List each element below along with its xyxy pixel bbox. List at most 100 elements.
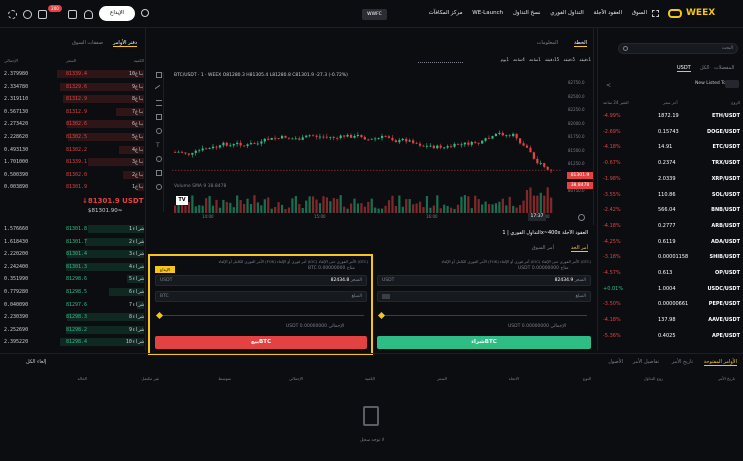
market-row[interactable]: +0.01% 1.0004 USDC/USDT (603, 283, 740, 296)
market-row[interactable]: -3.55% 110.86 SOL/USDT (603, 189, 740, 202)
tab-order-details[interactable]: تفاصيل الأمر (633, 359, 659, 365)
pattern-icon[interactable] (156, 114, 162, 120)
cancel-all-button[interactable]: إلغاء الكل (26, 359, 46, 365)
tab-assets[interactable]: الأصول (608, 359, 623, 365)
buy-btc-button[interactable]: شراءBTC (377, 336, 591, 349)
market-row[interactable]: -1.98% 2.0339 XRP/USDT (603, 173, 740, 186)
interval-1d[interactable]: 1يوم (501, 57, 509, 62)
bid-row[interactable]: 0.040090 81297.6 7شراء (4, 300, 144, 310)
market-row[interactable]: -5.36% 0.4025 APE/USDT (603, 330, 740, 343)
market-row[interactable]: -4.25% 0.6119 ADA/USDT (603, 236, 740, 249)
nav-market[interactable]: السوق (632, 10, 647, 16)
bid-row[interactable]: 2.220200 81301.4 3شراء (4, 249, 144, 259)
market-row[interactable]: -2.42% 566.04 BNB/USDT (603, 204, 740, 217)
tab-usdt[interactable]: USDT (677, 65, 691, 72)
ruler-icon[interactable] (156, 170, 162, 176)
buy-amount-input[interactable]: المبلغ (377, 291, 591, 302)
ask-row[interactable]: 2.334780 81329.6 9باع (4, 82, 144, 92)
sell-slider[interactable] (159, 315, 364, 316)
tab-market-order[interactable]: أمر السوق (532, 245, 554, 251)
fib-icon[interactable] (156, 100, 162, 106)
bell-icon[interactable] (68, 10, 77, 19)
bid-row[interactable]: 2.242400 81301.3 4شراء (4, 262, 144, 272)
logo[interactable]: WEEX (686, 8, 715, 18)
ask-row[interactable]: 2.273420 81302.6 6باع (4, 119, 144, 129)
ask-row[interactable]: 2.379980 81339.4 10باع (4, 69, 144, 79)
download-icon[interactable] (38, 10, 47, 19)
trade-mode-bar[interactable]: التداول الفوري | 1x~400x العقود الآجلة (502, 230, 588, 236)
search-icon[interactable] (141, 9, 149, 17)
nav-rewards[interactable]: مركز المكافآت (429, 10, 463, 16)
ask-row[interactable]: 1.701000 81339.1 3باع (4, 157, 144, 167)
tab-chart[interactable]: الخطة (574, 40, 587, 47)
bid-row[interactable]: 2.230390 81298.3 8شراء (4, 312, 144, 322)
market-row[interactable]: -2.69% 0.15743 DOGE/USDT (603, 126, 740, 139)
user-icon[interactable] (84, 10, 93, 19)
chart-settings-icon[interactable] (578, 214, 585, 221)
deposit-button[interactable]: الإيداع (99, 6, 135, 21)
wfc-badge[interactable]: WWFC (362, 9, 387, 20)
candle (391, 137, 394, 141)
bid-row[interactable]: 0.779280 81298.5 6شراء (4, 287, 144, 297)
market-row[interactable]: -4.18% 14.91 ETC/USDT (603, 141, 740, 154)
sell-price-input[interactable]: USDT 82434.8 السعر (155, 275, 367, 286)
tab-info[interactable]: المعلومات (537, 40, 558, 46)
bid-row[interactable]: 1.576660 81301.8 1شراء (4, 224, 144, 234)
nav-welaunch[interactable]: WE-Launch (472, 10, 503, 16)
smiley-icon[interactable] (156, 156, 162, 162)
interval-1m[interactable]: 1دقيقة (579, 57, 591, 62)
bid-row[interactable]: 0.351990 81298.6 5شراء (4, 274, 144, 284)
sell-order-options[interactable]: (GTC) الأمر الفوري حتى الإلغاء (IOC) أمر… (160, 259, 368, 264)
bid-row[interactable]: 1.618430 81301.7 2شراء (4, 237, 144, 247)
market-row[interactable]: -4.18% 137.98 AAVE/USDT (603, 314, 740, 327)
ask-row[interactable]: 0.567130 81312.9 7باع (4, 107, 144, 117)
tab-limit-order[interactable]: أمر الحد (570, 245, 588, 252)
tab-all[interactable]: الكل (700, 65, 709, 71)
market-row[interactable]: -0.67% 0.2374 TRX/USDT (603, 157, 740, 170)
trendline-icon[interactable] (154, 84, 164, 94)
ask-row[interactable]: 2.319110 81312.9 8باع (4, 94, 144, 104)
sell-amount-input[interactable]: BTC المبلغ (155, 291, 367, 302)
buy-order-options[interactable]: (GTC) الأمر الفوري حتى الإلغاء (IOC) أمر… (377, 259, 591, 264)
nav-spot[interactable]: التداول الفوري (550, 10, 583, 16)
zoom-icon[interactable] (156, 184, 162, 190)
sell-deposit-button[interactable]: الإيداع (155, 266, 175, 273)
ask-row[interactable]: 2.228620 81302.5 5باع (4, 132, 144, 142)
market-row[interactable]: -3.50% 0.00000661 PEPE/USDT (603, 298, 740, 311)
apps-grid-icon[interactable] (652, 10, 659, 17)
bid-row[interactable]: 2.252690 81298.2 9شراء (4, 325, 144, 335)
market-row[interactable]: -4.57% 0.613 OP/USDT (603, 267, 740, 280)
text-icon[interactable]: T (156, 142, 162, 149)
interval-15m[interactable]: 15دقيقة (545, 57, 559, 62)
interval-1h[interactable]: 1ساعة (529, 57, 541, 62)
tab-favorites[interactable]: المفضلات (714, 65, 734, 71)
bid-row[interactable]: 2.395220 81298.4 10شراء (4, 337, 144, 347)
tab-open-orders[interactable]: الأوامر المفتوحة (703, 359, 737, 366)
globe-icon[interactable] (23, 10, 32, 19)
nav-copy[interactable]: نسخ التداول (513, 10, 541, 16)
buy-price-input[interactable]: USDT 82434.9 السعر (377, 275, 591, 286)
ask-row[interactable]: 0.500390 81302.0 2باع (4, 170, 144, 180)
market-prev-icon[interactable]: < (606, 82, 611, 89)
market-row[interactable]: -3.18% 0.00001158 SHIB/USDT (603, 251, 740, 264)
sell-btc-button[interactable]: بيعBTC (155, 336, 367, 349)
tab-order-book[interactable]: دفتر الأوامر (113, 40, 137, 47)
interval-4h[interactable]: 4ساعة (513, 57, 525, 62)
interval-5m[interactable]: 5دقيقة (563, 57, 575, 62)
crosshair-icon[interactable] (156, 72, 162, 78)
settings-icon[interactable] (8, 10, 17, 19)
buy-slider[interactable] (381, 315, 587, 316)
market-filter-button[interactable] (725, 80, 739, 88)
buy-slider-handle[interactable] (377, 311, 386, 320)
chart-tools-icon[interactable] (418, 57, 463, 63)
ask-row[interactable]: 0.493130 81302.2 4باع (4, 145, 144, 155)
brush-icon[interactable] (156, 128, 162, 134)
candlestick-chart[interactable] (172, 80, 562, 215)
market-row[interactable]: -4.99% 1872.19 ETH/USDT (603, 110, 740, 123)
tab-market-trades[interactable]: صفقات السوق (72, 40, 103, 46)
ask-row[interactable]: 0.003890 81301.9 1باع (4, 182, 144, 192)
nav-futures[interactable]: العقود الآجلة (594, 10, 623, 16)
tab-order-history[interactable]: تاريخ الأمر (672, 359, 693, 365)
market-row[interactable]: -4.18% 0.2777 ARB/USDT (603, 220, 740, 233)
market-search-input[interactable]: البحث (618, 43, 738, 54)
